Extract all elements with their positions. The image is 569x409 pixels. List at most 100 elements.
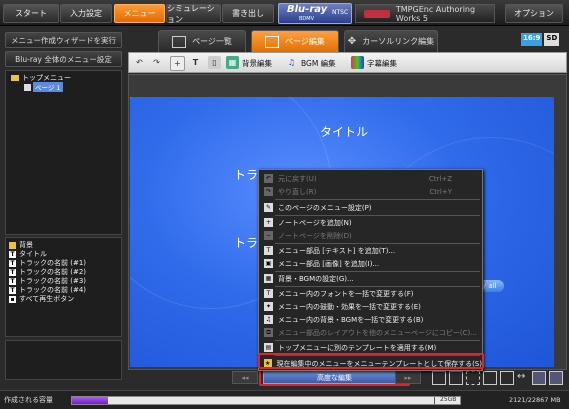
redo-icon[interactable]: ↷ xyxy=(150,56,163,69)
page-list-icon xyxy=(172,35,187,48)
nav-menu-button[interactable]: メニュー xyxy=(114,4,165,23)
lock-icon xyxy=(9,241,16,249)
bg-edit-button[interactable]: 背景編集 xyxy=(242,58,272,69)
nav-output-button[interactable]: 書き出し xyxy=(222,4,274,23)
delete-icon[interactable]: ▯ xyxy=(208,56,221,69)
nav-input-button[interactable]: 入力設定 xyxy=(60,4,112,23)
bluray-label: Blu-ray xyxy=(287,4,328,15)
menu-item-label: メニュー内の鼓動・効果を一括で変更する(E) xyxy=(278,302,421,311)
selection-icon[interactable] xyxy=(466,371,480,385)
menu-item-copy-layout[interactable]: ⧉ メニュー部品のレイアウトを他のメニューページにコピー(C)... xyxy=(261,326,482,339)
menu-item-bg-bgm-settings[interactable]: ▦ 背景・BGMの設定(G)... xyxy=(261,272,482,285)
menu-item-page-settings[interactable]: ✎ このページのメニュー設定(P) xyxy=(261,201,482,214)
background-music-icon: ♫ xyxy=(264,315,273,324)
menu-item-label: メニュー内のフォントを一括で変更する(F) xyxy=(278,289,414,298)
grid-icon[interactable] xyxy=(432,371,446,385)
advanced-edit-button[interactable]: 高度な編集 xyxy=(263,371,406,384)
add-page-icon: + xyxy=(264,218,273,227)
subtitle-icon[interactable] xyxy=(351,56,364,69)
canvas-title-text[interactable]: タイトル xyxy=(320,123,368,140)
view-tools: ↔ xyxy=(432,371,567,385)
tree-page-label: ページ 1 xyxy=(33,82,63,92)
app-title-badge: TMPGEnc Authoring Works 5 xyxy=(355,4,495,23)
menu-item-label: メニュー部品 [テキスト] を追加(T)... xyxy=(278,246,396,255)
tab-label: ページ一覧 xyxy=(192,37,232,46)
menu-item-undo[interactable]: ↶ 元に戻す(U) Ctrl+Z xyxy=(261,172,482,185)
aspect-indicator: 16:9 SD xyxy=(521,33,563,46)
menu-item-redo[interactable]: ↷ やり直し(R) Ctrl+Y xyxy=(261,185,482,198)
menu-item-add-page[interactable]: + ノートページを追加(N) xyxy=(261,216,482,229)
menu-item-change-fonts[interactable]: T メニュー内のフォントを一括で変更する(F) xyxy=(261,287,482,300)
music-icon[interactable]: ♫ xyxy=(285,56,298,69)
align-icon[interactable] xyxy=(500,371,514,385)
delete-page-icon: − xyxy=(264,231,273,240)
safe-area-icon[interactable] xyxy=(449,371,463,385)
tab-cursor-link-edit[interactable]: ✥ カーソルリンク編集 xyxy=(344,30,438,52)
menu-item-change-animation[interactable]: ✦ メニュー内の鼓動・効果を一括で変更する(E) xyxy=(261,300,482,313)
app-title: TMPGEnc Authoring Works 5 xyxy=(395,4,476,23)
menu-element-list: 背景 T タイトル T トラックの名前 (#1) T トラックの名前 (#2) … xyxy=(5,237,122,337)
undo-icon: ↶ xyxy=(264,174,273,183)
nav-simulation-button[interactable]: シミュレーション xyxy=(166,4,221,24)
menu-item-label: メニュー部品 [画像] を追加(I)... xyxy=(278,259,380,268)
bdmv-label: BDMV xyxy=(299,16,315,22)
tab-label: カーソルリンク編集 xyxy=(362,37,435,46)
nav-start-button[interactable]: スタート xyxy=(3,4,59,23)
menu-item-label: メニュー内の背景・BGMを一括で変更する(B) xyxy=(278,315,424,324)
element-label: すべて再生ボタン xyxy=(19,295,75,303)
shortcut-label: Ctrl+Y xyxy=(429,187,452,196)
page-edit-icon xyxy=(265,35,280,48)
run-menu-wizard-button[interactable]: メニュー作成ウィザードを実行 xyxy=(5,32,122,48)
bluray-menu-settings-button[interactable]: Blu-ray 全体のメニュー設定 xyxy=(5,51,122,67)
snap-icon[interactable] xyxy=(483,371,497,385)
capacity-limit-marker xyxy=(434,397,435,404)
subtitle-edit-button[interactable]: 字幕編集 xyxy=(367,58,397,69)
tree-item-page-1[interactable]: ページ 1 xyxy=(24,82,63,92)
next-page-button[interactable]: ▸▸ xyxy=(395,371,421,384)
text-element-icon: T xyxy=(9,259,16,267)
tab-page-list[interactable]: ページ一覧 xyxy=(158,30,246,52)
text-icon: T xyxy=(264,246,273,255)
menu-item-delete-page[interactable]: − ノートページを削除(D) xyxy=(261,229,482,242)
template-icon: ▤ xyxy=(264,343,273,352)
add-text-icon[interactable]: T xyxy=(189,56,202,69)
effect-icon: ✦ xyxy=(264,302,273,311)
menu-item-add-image[interactable]: ▣ メニュー部品 [画像] を追加(I)... xyxy=(261,257,482,270)
image-icon: ▣ xyxy=(264,259,273,268)
menu-item-label: メニュー部品のレイアウトを他のメニューページにコピー(C)... xyxy=(278,328,477,337)
bluray-bdmv-badge: Blu-ray BDMV NTSC xyxy=(278,3,352,24)
ntsc-label: NTSC xyxy=(332,9,349,16)
menu-item-label: 背景・BGMの設定(G)... xyxy=(278,274,354,283)
redo-icon: ↷ xyxy=(264,187,273,196)
save-template-highlight xyxy=(258,353,484,369)
text-element-icon: T xyxy=(9,277,16,285)
resize-icon[interactable]: ↔ xyxy=(517,371,529,383)
background-icon[interactable]: ▦ xyxy=(226,56,239,69)
tab-page-edit[interactable]: ページ編集 xyxy=(251,30,339,52)
layer-order-icon[interactable] xyxy=(549,371,563,385)
cursor-link-icon: ✥ xyxy=(347,36,357,47)
prev-page-button[interactable]: ◂◂ xyxy=(232,371,258,384)
top-navigation-bar: スタート 入力設定 メニュー シミュレーション 書き出し Blu-ray BDM… xyxy=(0,0,569,26)
capacity-label: 作成される容量 xyxy=(4,396,53,404)
menu-page-tree: トップメニュー ページ 1 xyxy=(5,70,122,235)
undo-icon[interactable]: ↶ xyxy=(133,56,146,69)
sd-badge: SD xyxy=(544,33,560,46)
text-element-icon: T xyxy=(9,268,16,276)
add-page-icon[interactable]: + xyxy=(170,56,185,71)
layer-icon[interactable] xyxy=(532,371,546,385)
folder-icon xyxy=(11,75,19,81)
bgm-edit-button[interactable]: BGM 編集 xyxy=(301,58,336,69)
menu-item-label: トップメニューに別のテンプレートを適用する(M) xyxy=(278,343,437,352)
shortcut-label: Ctrl+Z xyxy=(428,174,452,183)
text-element-icon: T xyxy=(9,286,16,294)
element-item-play-all[interactable]: ▪ すべて再生ボタン xyxy=(9,294,74,304)
aspect-169-badge: 16:9 xyxy=(521,33,543,46)
menu-item-change-bg-bgm[interactable]: ♫ メニュー内の背景・BGMを一括で変更する(B) xyxy=(261,313,482,326)
capacity-value: 2121/22867 MB xyxy=(509,396,561,404)
nav-options-button[interactable]: オプション xyxy=(505,4,563,23)
menu-item-add-text[interactable]: T メニュー部品 [テキスト] を追加(T)... xyxy=(261,244,482,257)
menu-item-label: 元に戻す(U) xyxy=(278,174,317,183)
page-icon xyxy=(24,83,31,91)
context-menu: ↶ 元に戻す(U) Ctrl+Z ↷ やり直し(R) Ctrl+Y ✎ このペー… xyxy=(258,169,483,371)
